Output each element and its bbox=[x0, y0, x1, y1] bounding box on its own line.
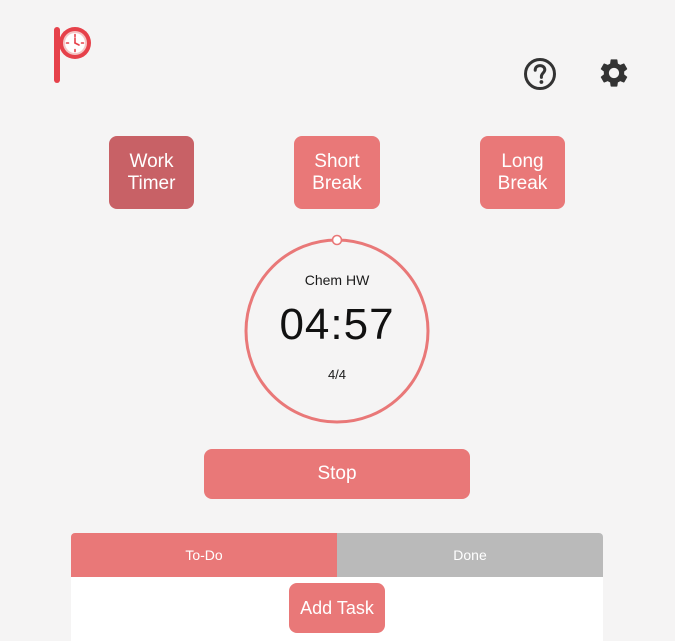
work-timer-label-line2: Timer bbox=[127, 172, 176, 194]
gear-icon bbox=[600, 59, 628, 87]
help-button[interactable] bbox=[522, 56, 558, 92]
work-timer-label-line1: Work bbox=[129, 150, 174, 172]
short-break-label-line2: Break bbox=[312, 172, 362, 194]
tab-done[interactable]: Done bbox=[337, 533, 603, 577]
task-tabs: To-Do Done bbox=[71, 533, 603, 577]
app-logo-icon bbox=[52, 25, 96, 85]
long-break-label-line1: Long bbox=[501, 150, 544, 172]
current-task-name: Chem HW bbox=[304, 272, 370, 288]
short-break-button[interactable]: Short Break bbox=[294, 136, 380, 209]
question-circle-icon bbox=[524, 58, 556, 90]
timer-countdown: 04:57 bbox=[279, 300, 395, 349]
timer-progress-handle bbox=[331, 234, 343, 246]
short-break-label-line1: Short bbox=[314, 150, 360, 172]
pomodoro-count: 4/4 bbox=[327, 367, 347, 382]
stop-button[interactable]: Stop bbox=[204, 449, 470, 499]
work-timer-button[interactable]: Work Timer bbox=[109, 136, 194, 209]
tab-todo[interactable]: To-Do bbox=[71, 533, 337, 577]
long-break-button[interactable]: Long Break bbox=[480, 136, 565, 209]
pomodoro-app: Work Timer Short Break Long Break Chem H… bbox=[0, 0, 675, 641]
long-break-label-line2: Break bbox=[497, 172, 548, 194]
settings-button[interactable] bbox=[597, 56, 631, 90]
add-task-button[interactable]: Add Task bbox=[289, 583, 385, 633]
